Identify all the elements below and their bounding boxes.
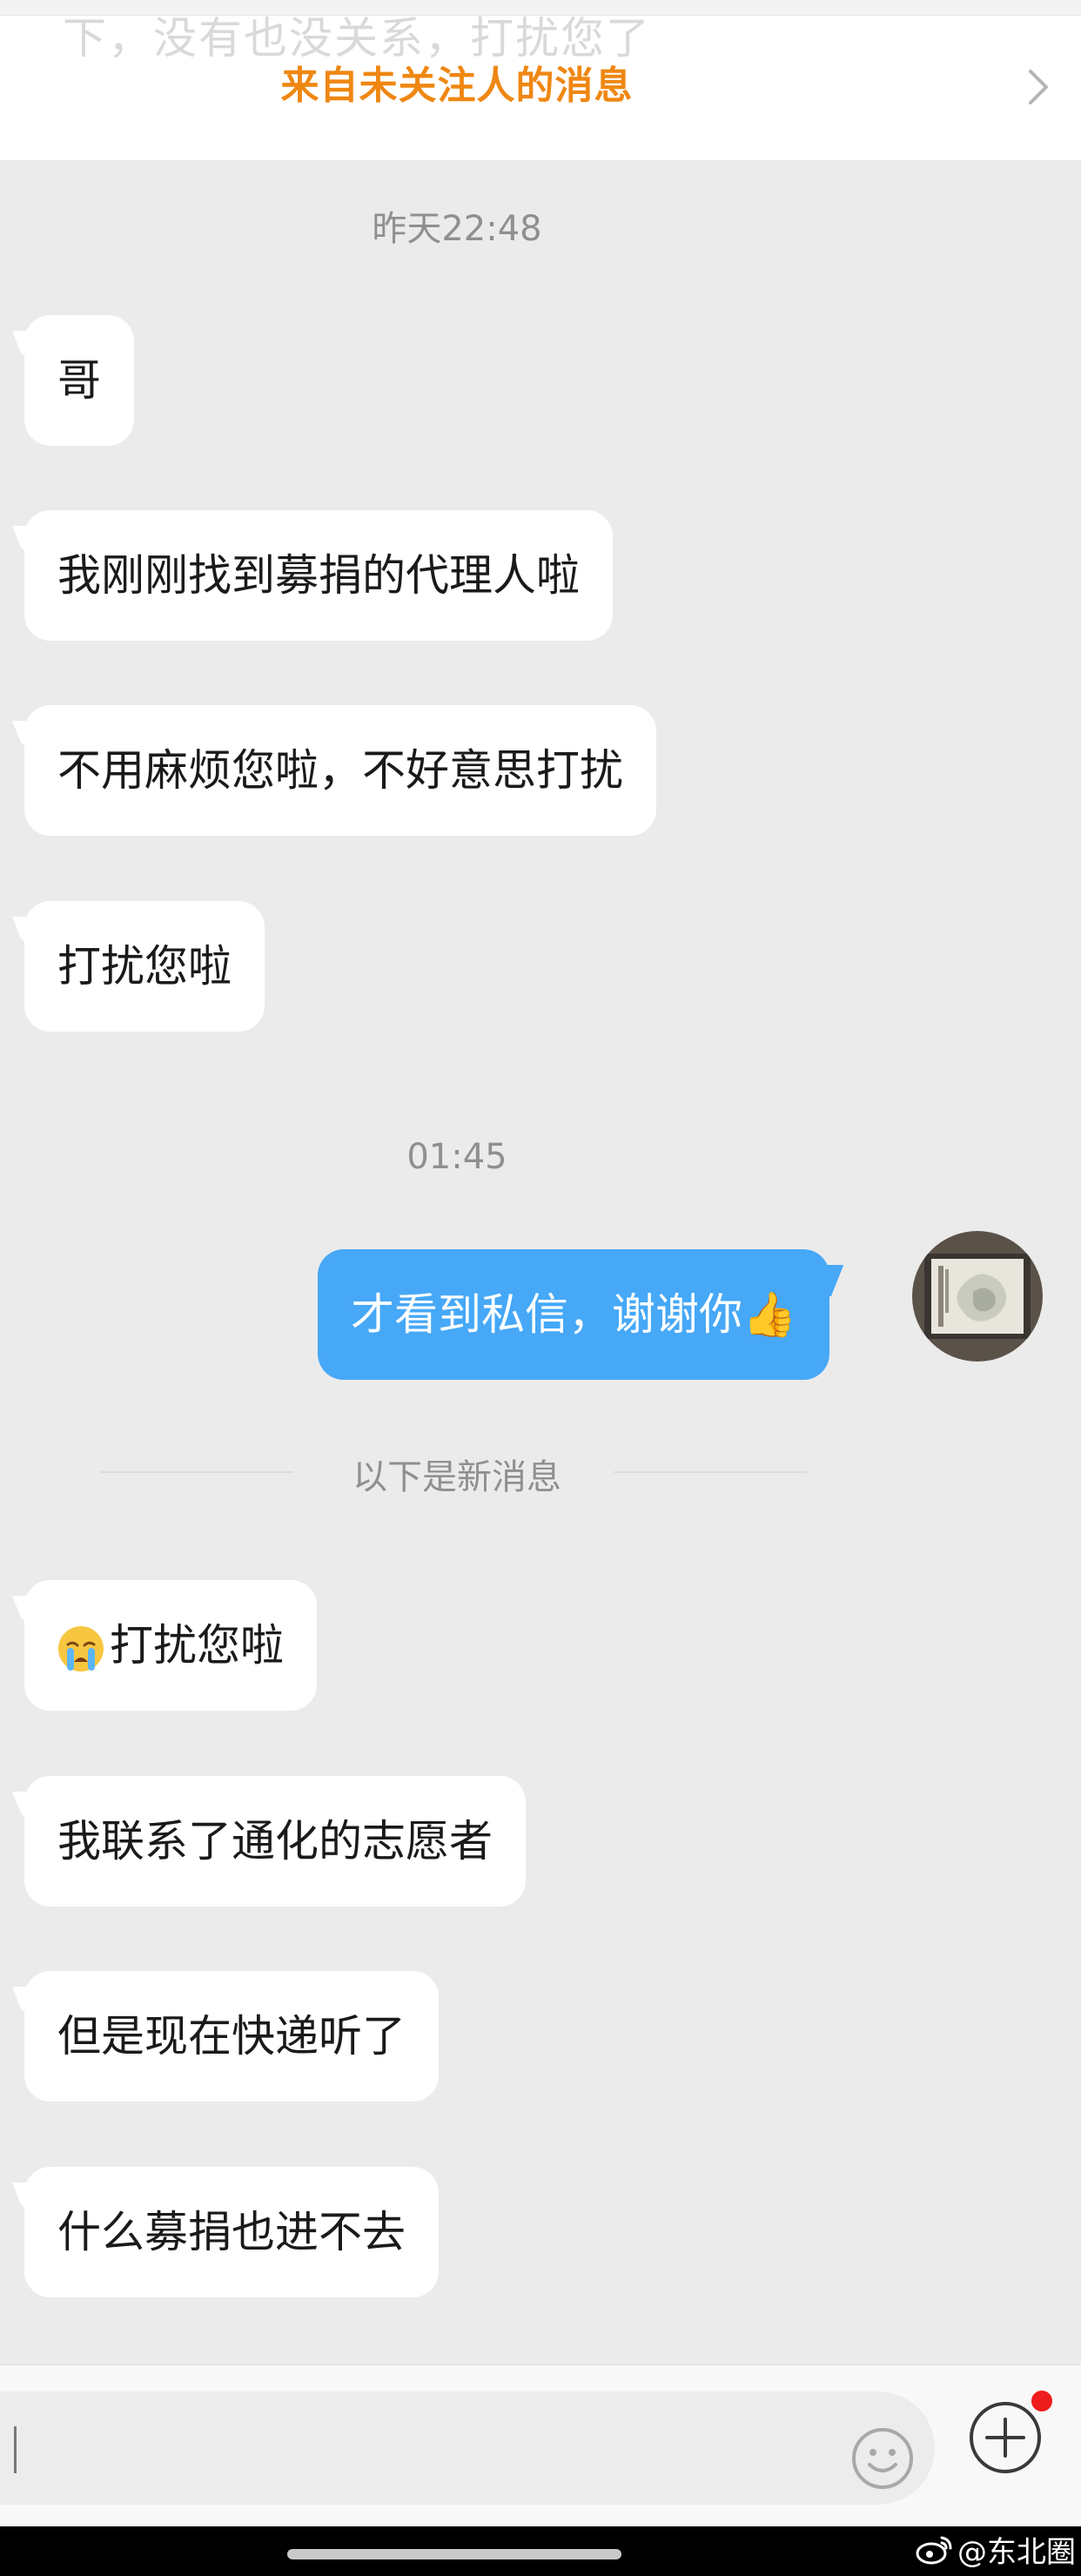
incoming-message-bubble[interactable]: 我联系了通化的志愿者 [24,1776,526,1907]
timestamp: 01:45 [406,1137,507,1177]
incoming-message-bubble[interactable]: 打扰您啦 [24,901,265,1032]
crying-face-icon [58,1625,104,1671]
incoming-message-bubble[interactable]: 但是现在快递听了 [24,1971,439,2102]
timestamp: 昨天22:48 [372,209,542,249]
message-input[interactable] [0,2391,935,2505]
watermark: @东北圈 [916,2528,1076,2571]
weibo-icon [916,2536,952,2564]
stranger-messages-label[interactable]: 来自未关注人的消息 [0,54,914,110]
incoming-message-bubble[interactable]: 不用麻烦您啦，不好意思打扰 [24,705,656,836]
incoming-message-bubble[interactable]: 打扰您啦 [24,1580,317,1711]
notification-dot [1029,2388,1055,2414]
incoming-message-bubble[interactable]: 我刚刚找到募捐的代理人啦 [24,510,613,641]
incoming-message-bubble[interactable]: 哥 [24,315,134,446]
text-caret [14,2426,17,2473]
stranger-message-header[interactable]: 下，没有也没关系，打扰您了 来自未关注人的消息 [0,0,1081,160]
outgoing-message-bubble[interactable]: 才看到私信，谢谢你👍 [318,1249,830,1380]
watermark-text: @东北圈 [957,2535,1076,2570]
avatar[interactable] [912,1231,1043,1362]
incoming-message-text: 打扰您啦 [110,1620,284,1671]
chevron-right-icon[interactable] [1025,68,1051,106]
smiley-icon[interactable] [849,2425,916,2492]
message-composer [0,2364,1081,2526]
divider-line [614,1471,807,1473]
new-messages-divider-label: 以下是新消息 [352,1457,561,1497]
home-indicator[interactable] [287,2549,621,2559]
avatar-artwork-image [924,1254,1031,1339]
incoming-message-bubble[interactable]: 什么募捐也进不去 [24,2167,439,2297]
